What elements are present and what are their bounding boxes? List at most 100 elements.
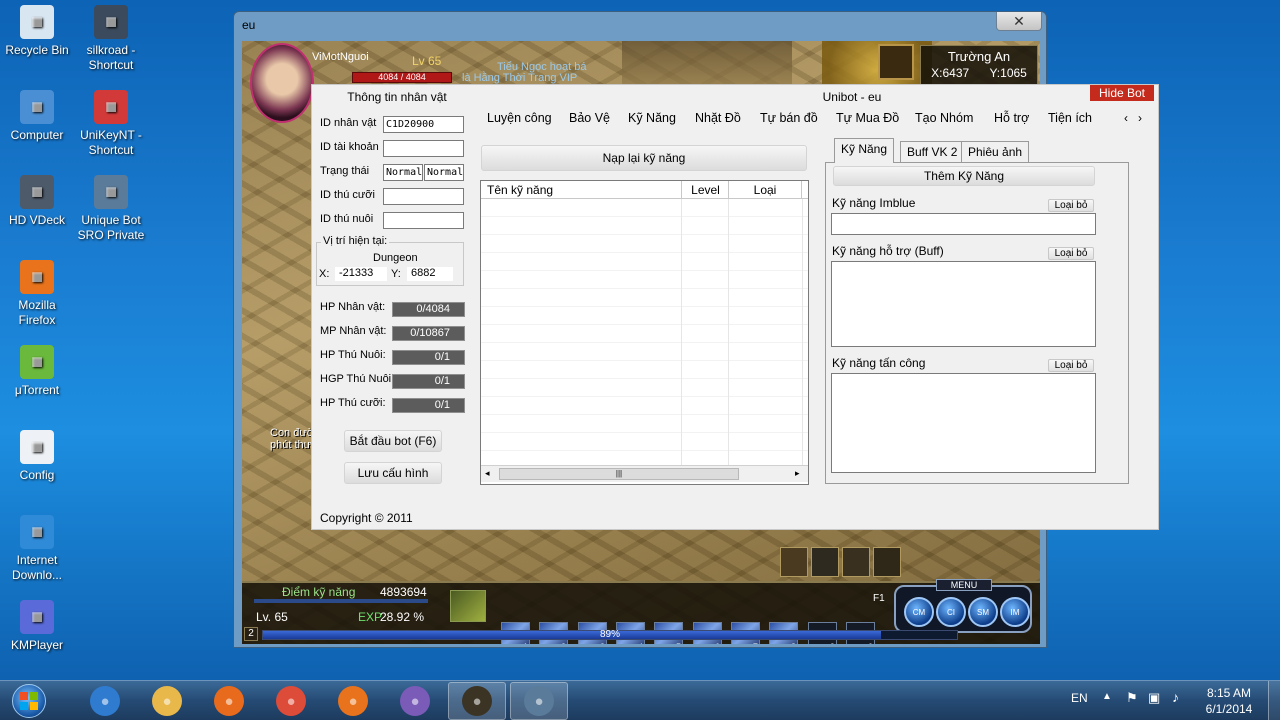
start-bot-button[interactable]: Bắt đầu bot (F6): [344, 430, 442, 452]
tab[interactable]: Hỗ trợ: [994, 111, 1029, 125]
field-input[interactable]: [383, 140, 464, 157]
right-tab[interactable]: Kỹ Năng: [834, 138, 895, 163]
game-close-button[interactable]: ✕: [996, 12, 1042, 31]
desktop-icon[interactable]: ■ μTorrent: [0, 345, 74, 398]
taskbar-app-button[interactable]: ●: [200, 682, 258, 720]
clock[interactable]: 8:15 AM 6/1/2014: [1196, 685, 1262, 717]
items-icon[interactable]: [873, 547, 901, 577]
imblue-list[interactable]: [831, 213, 1096, 235]
field-input[interactable]: C1D20900: [383, 116, 464, 133]
desktop-icon[interactable]: ■ Config: [0, 430, 74, 483]
tab[interactable]: Tạo Nhóm: [915, 111, 973, 125]
desktop-icon[interactable]: ■ Internet Downlo...: [0, 515, 74, 583]
right-tab[interactable]: Phiêu ảnh: [961, 141, 1030, 162]
taskbar-app-button[interactable]: ●: [448, 682, 506, 720]
desktop-icon-label: Internet Downlo...: [11, 553, 63, 582]
show-hidden-icons-icon[interactable]: ▲: [1102, 691, 1112, 702]
menu-button[interactable]: MENU: [936, 579, 992, 591]
skill-table-header: Tên kỹ năng Level Loại: [481, 181, 808, 199]
desktop-icon[interactable]: ■ Unique Bot SRO Private: [74, 175, 148, 243]
remove-buff-button[interactable]: Loại bỏ: [1048, 247, 1094, 260]
field-input[interactable]: [383, 188, 464, 205]
desktop-icon[interactable]: ■ Computer: [0, 90, 74, 143]
scroll-right-icon[interactable]: ▸: [795, 468, 800, 479]
skill-tree-icon[interactable]: [811, 547, 839, 577]
menu-orb-button[interactable]: CI: [936, 597, 966, 627]
right-tab[interactable]: Buff VK 2: [900, 141, 965, 162]
scroll-left-icon[interactable]: ◂: [485, 468, 490, 479]
col-skill-name[interactable]: Tên kỹ năng: [487, 183, 553, 197]
exp-progress-track: 89%: [262, 629, 958, 640]
desktop-icon[interactable]: ■ silkroad - Shortcut: [74, 5, 148, 73]
skill-table-hscrollbar[interactable]: ◂ ||| ▸: [481, 465, 808, 482]
internet-explorer-icon: ●: [90, 686, 120, 716]
remove-attack-button[interactable]: Loại bỏ: [1048, 359, 1094, 372]
buff-list[interactable]: [831, 261, 1096, 347]
tab[interactable]: Kỹ Năng: [628, 111, 676, 125]
stat-bar: 0/1: [392, 398, 465, 413]
language-indicator[interactable]: EN: [1071, 691, 1088, 705]
field-input[interactable]: [383, 212, 464, 229]
desktop-icon[interactable]: ■ UniKeyNT - Shortcut: [74, 90, 148, 158]
start-button[interactable]: [6, 683, 52, 719]
col-type[interactable]: Loại: [728, 181, 802, 199]
bot-window[interactable]: Thông tin nhân vật Unibot - eu Hide Bot …: [311, 84, 1159, 530]
tab[interactable]: Tiện ích: [1048, 111, 1092, 125]
position-group: Vị trí hiện tại: Dungeon X: -21333 Y: 68…: [316, 235, 464, 286]
scroll-thumb[interactable]: |||: [499, 468, 739, 480]
skill-slot-number: 1: [523, 642, 528, 644]
tab-scroll-right-icon[interactable]: ›: [1138, 111, 1142, 125]
skill-table-body: [481, 199, 808, 465]
add-skill-button[interactable]: Thêm Kỹ Năng: [833, 166, 1095, 186]
character-skill-icon[interactable]: [450, 590, 486, 622]
chrome-icon: ●: [276, 686, 306, 716]
network-icon[interactable]: ▣: [1148, 690, 1160, 706]
col-level[interactable]: Level: [681, 181, 729, 199]
show-desktop-button[interactable]: [1268, 681, 1280, 720]
tab[interactable]: Bảo Vệ: [569, 111, 610, 125]
scroll-icon[interactable]: [780, 547, 808, 577]
skill-slot-number: 0: [868, 642, 873, 644]
menu-orb-button[interactable]: CM: [904, 597, 934, 627]
taskbar-app-button[interactable]: ●: [138, 682, 196, 720]
utorrent-icon: ■: [20, 345, 54, 379]
desktop-icon[interactable]: ■ Recycle Bin: [0, 5, 74, 58]
attack-list[interactable]: [831, 373, 1096, 473]
page-number[interactable]: 2: [244, 627, 258, 641]
tab[interactable]: Luyện công: [487, 111, 552, 125]
taskbar-app-button[interactable]: ●: [324, 682, 382, 720]
desktop-icon-label: μTorrent: [14, 383, 60, 397]
quick-menu: [780, 547, 903, 579]
pet-portrait[interactable]: [878, 44, 914, 80]
status-field-2[interactable]: Normal: [424, 164, 464, 181]
reload-skills-button[interactable]: Nạp lại kỹ năng: [481, 145, 807, 171]
hook-icon[interactable]: [842, 547, 870, 577]
save-config-button[interactable]: Lưu cấu hình: [344, 462, 442, 484]
taskbar-app-button[interactable]: ●: [76, 682, 134, 720]
taskbar-app-button[interactable]: ●: [262, 682, 320, 720]
taskbar-app-button[interactable]: ●: [386, 682, 444, 720]
unikey-icon: ■: [94, 90, 128, 124]
character-portrait: [250, 43, 314, 123]
hide-bot-button[interactable]: Hide Bot: [1090, 85, 1154, 101]
desktop-icon[interactable]: ■ HD VDeck: [0, 175, 74, 228]
remove-imblue-button[interactable]: Loại bỏ: [1048, 199, 1094, 212]
action-center-flag-icon[interactable]: ⚑: [1126, 690, 1138, 706]
tab[interactable]: Tự bán đồ: [760, 111, 818, 125]
menu-orb-button[interactable]: SM: [968, 597, 998, 627]
position-legend: Vị trí hiện tại:: [321, 235, 390, 247]
tab-scroll-left-icon[interactable]: ‹: [1124, 111, 1128, 125]
tab[interactable]: Tự Mua Đồ: [836, 111, 899, 125]
menu-orb-button[interactable]: IM: [1000, 597, 1030, 627]
field-label: ID nhân vật: [320, 117, 377, 129]
desktop-icon-label: silkroad - Shortcut: [86, 43, 136, 72]
skill-table[interactable]: Tên kỹ năng Level Loại ◂ ||| ▸: [480, 180, 809, 485]
volume-icon[interactable]: ♪: [1172, 689, 1179, 705]
desktop-icon[interactable]: ■ Mozilla Firefox: [0, 260, 74, 328]
tab[interactable]: Nhặt Đồ: [695, 111, 741, 125]
taskbar-app-button[interactable]: ●: [510, 682, 568, 720]
field-label: ID tài khoản: [320, 141, 379, 153]
skill-slot-number: 8: [791, 642, 796, 644]
desktop-icon[interactable]: ■ KMPlayer: [0, 600, 74, 653]
status-field[interactable]: Normal: [383, 164, 423, 181]
